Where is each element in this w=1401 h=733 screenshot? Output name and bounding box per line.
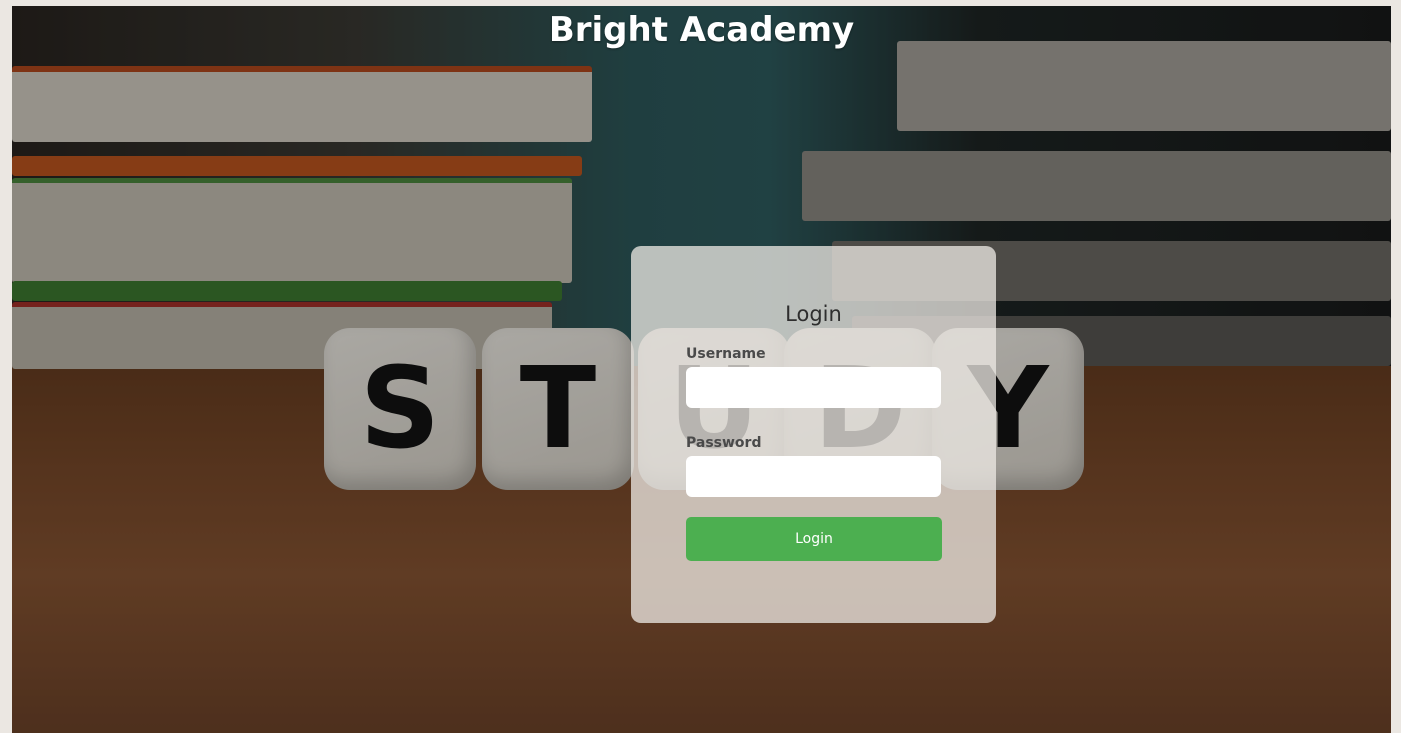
page-viewport: S T U D Y Bright Academy Login Username … — [12, 6, 1391, 733]
login-button[interactable]: Login — [686, 517, 942, 561]
username-label: Username — [686, 346, 766, 362]
username-input[interactable] — [686, 367, 941, 408]
password-input[interactable] — [686, 456, 941, 497]
login-title: Login — [785, 302, 842, 326]
password-label: Password — [686, 435, 762, 451]
page-title: Bright Academy — [548, 10, 855, 50]
login-card: Login Username Password Login — [631, 246, 996, 623]
